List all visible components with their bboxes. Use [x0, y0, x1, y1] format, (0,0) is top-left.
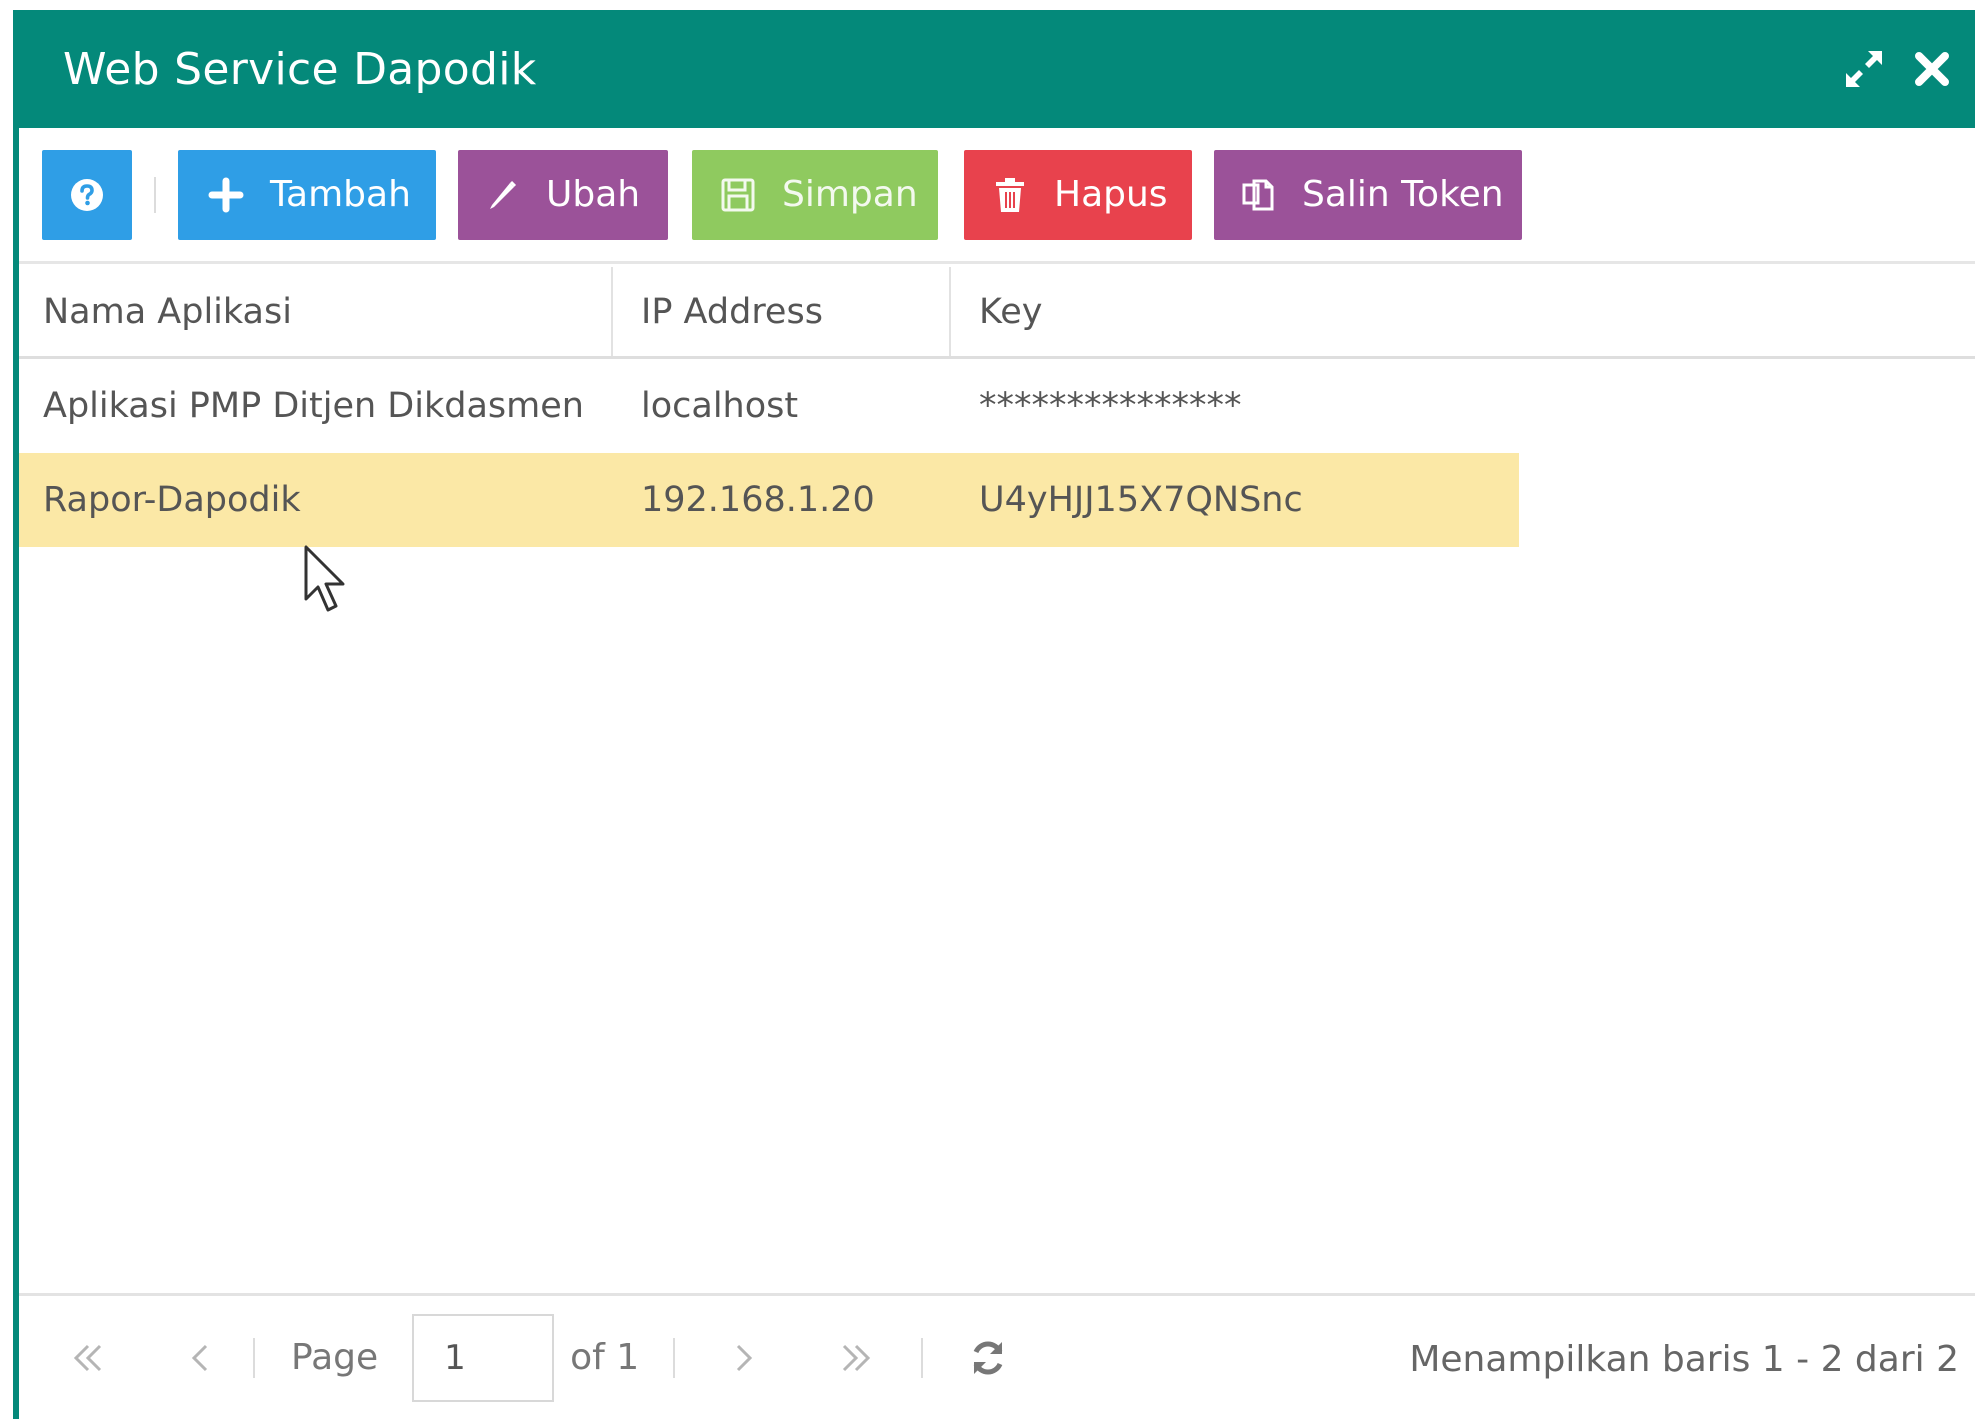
data-grid: Nama Aplikasi IP Address Key Aplikasi PM… — [19, 267, 1975, 547]
delete-button[interactable]: Hapus — [964, 149, 1192, 240]
expand-icon — [1846, 51, 1882, 87]
prev-page-button[interactable] — [175, 1333, 225, 1383]
pager-separator — [921, 1337, 924, 1378]
plus-icon — [206, 175, 246, 215]
floppy-disk-icon — [718, 175, 758, 215]
help-button[interactable] — [42, 149, 132, 240]
save-button[interactable]: Simpan — [692, 149, 938, 240]
cell-nama-aplikasi: Rapor-Dapodik — [43, 480, 301, 520]
add-button-label: Tambah — [270, 174, 411, 215]
delete-button-label: Hapus — [1054, 174, 1168, 215]
column-header-key[interactable]: Key — [951, 267, 1975, 356]
add-button[interactable]: Tambah — [178, 149, 436, 240]
refresh-icon — [973, 1341, 1003, 1374]
cell-key: U4yHJJ15X7QNSnc — [979, 480, 1303, 520]
double-chevron-right-icon — [843, 1344, 871, 1371]
mouse-cursor-icon — [304, 545, 345, 612]
copy-token-button-label: Salin Token — [1302, 174, 1504, 215]
cell-nama-aplikasi: Aplikasi PMP Ditjen Dikdasmen — [43, 386, 584, 426]
chevron-right-icon — [737, 1344, 753, 1371]
save-button-label: Simpan — [782, 174, 918, 215]
window-tools — [1839, 10, 1957, 128]
close-button[interactable] — [1907, 44, 1957, 94]
edit-button-label: Ubah — [546, 174, 641, 215]
pager-separator — [253, 1337, 255, 1378]
cell-ip-address: 192.168.1.20 — [641, 480, 875, 520]
pagination-status: Menampilkan baris 1 - 2 dari 2 — [1409, 1338, 1959, 1380]
maximize-button[interactable] — [1839, 44, 1889, 94]
page-count-label: of 1 — [570, 1337, 640, 1378]
chevron-left-icon — [191, 1344, 208, 1371]
window-title: Web Service Dapodik — [63, 43, 537, 95]
double-chevron-left-icon — [73, 1344, 102, 1371]
cell-key: *************** — [979, 386, 1242, 426]
trash-icon — [990, 175, 1030, 215]
column-header-nama-aplikasi[interactable]: Nama Aplikasi — [19, 267, 613, 356]
cell-ip-address: localhost — [641, 386, 799, 426]
first-page-button[interactable] — [63, 1333, 113, 1383]
refresh-button[interactable] — [963, 1333, 1013, 1383]
copy-icon — [1238, 175, 1278, 215]
table-row[interactable]: Aplikasi PMP Ditjen Dikdasmen localhost … — [19, 359, 1519, 453]
toolbar-separator — [154, 176, 156, 213]
pager-separator — [673, 1337, 676, 1378]
table-row-selected[interactable]: Rapor-Dapodik 192.168.1.20 U4yHJJ15X7QNS… — [19, 453, 1519, 547]
copy-token-button[interactable]: Salin Token — [1214, 149, 1522, 240]
page-label: Page — [291, 1337, 379, 1378]
question-circle-icon — [71, 178, 103, 211]
edit-button[interactable]: Ubah — [458, 149, 668, 240]
last-page-button[interactable] — [831, 1333, 881, 1383]
next-page-button[interactable] — [719, 1333, 769, 1383]
column-header-ip-address[interactable]: IP Address — [613, 267, 951, 356]
page-number-input[interactable] — [412, 1313, 555, 1402]
web-service-window: Web Service Dapodik Tambah Ubah Simpan H… — [13, 10, 1975, 1419]
window-titlebar: Web Service Dapodik — [19, 10, 1975, 128]
close-icon — [1915, 52, 1949, 86]
pencil-icon — [482, 175, 522, 215]
toolbar: Tambah Ubah Simpan Hapus Salin Token — [19, 128, 1975, 264]
grid-header: Nama Aplikasi IP Address Key — [19, 267, 1975, 359]
pagination-bar: Page of 1 Menampilkan baris 1 - 2 dari 2 — [19, 1293, 1975, 1419]
